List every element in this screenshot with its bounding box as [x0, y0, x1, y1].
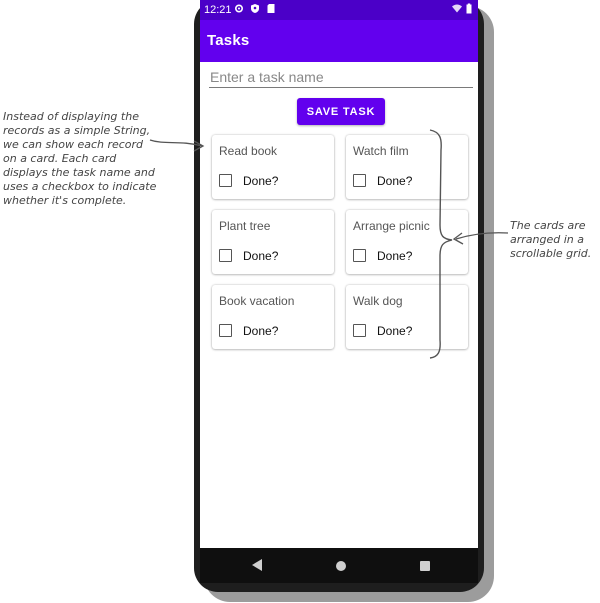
task-name: Read book — [219, 144, 278, 158]
done-checkbox[interactable] — [353, 174, 366, 187]
home-icon[interactable] — [336, 561, 346, 571]
done-label[interactable]: Done? — [243, 249, 278, 263]
task-name: Walk dog — [353, 294, 403, 308]
done-label[interactable]: Done? — [243, 324, 278, 338]
done-label[interactable]: Done? — [243, 174, 278, 188]
status-time: 12:21 — [204, 4, 232, 16]
wifi-icon — [452, 4, 462, 13]
done-label[interactable]: Done? — [377, 249, 412, 263]
back-icon[interactable] — [252, 559, 263, 571]
done-checkbox[interactable] — [353, 324, 366, 337]
battery-icon — [466, 3, 472, 14]
done-checkbox[interactable] — [219, 249, 232, 262]
done-checkbox[interactable] — [219, 174, 232, 187]
sim-card-icon — [267, 4, 275, 13]
app-title: Tasks — [207, 32, 250, 49]
app-bar: Tasks — [200, 20, 478, 62]
task-card: Walk dog Done? — [346, 285, 468, 349]
task-card: Arrange picnic Done? — [346, 210, 468, 274]
task-name: Arrange picnic — [353, 219, 430, 233]
annotation-left-text: Instead of displaying the records as a s… — [3, 110, 157, 207]
annotation-right-text: The cards are arranged in a scrollable g… — [510, 219, 592, 260]
gear-icon — [234, 4, 244, 13]
task-card: Book vacation Done? — [212, 285, 334, 349]
task-card: Watch film Done? — [346, 135, 468, 199]
shield-icon — [251, 4, 259, 13]
status-icons-right — [452, 3, 472, 14]
status-icons-left — [234, 3, 276, 14]
done-checkbox[interactable] — [353, 249, 366, 262]
done-checkbox[interactable] — [219, 324, 232, 337]
device-screen: 12:21 Tasks SAVE TASK Read book Done? Wa… — [200, 0, 478, 583]
save-task-button[interactable]: SAVE TASK — [297, 98, 385, 125]
status-bar: 12:21 — [200, 0, 478, 20]
task-name: Plant tree — [219, 219, 271, 233]
done-label[interactable]: Done? — [377, 324, 412, 338]
recents-icon[interactable] — [420, 561, 430, 571]
task-name: Book vacation — [219, 294, 295, 308]
task-name: Watch film — [353, 144, 409, 158]
task-name-input[interactable] — [209, 67, 473, 88]
navigation-bar — [200, 548, 478, 583]
done-label[interactable]: Done? — [377, 174, 412, 188]
task-card: Plant tree Done? — [212, 210, 334, 274]
task-card: Read book Done? — [212, 135, 334, 199]
